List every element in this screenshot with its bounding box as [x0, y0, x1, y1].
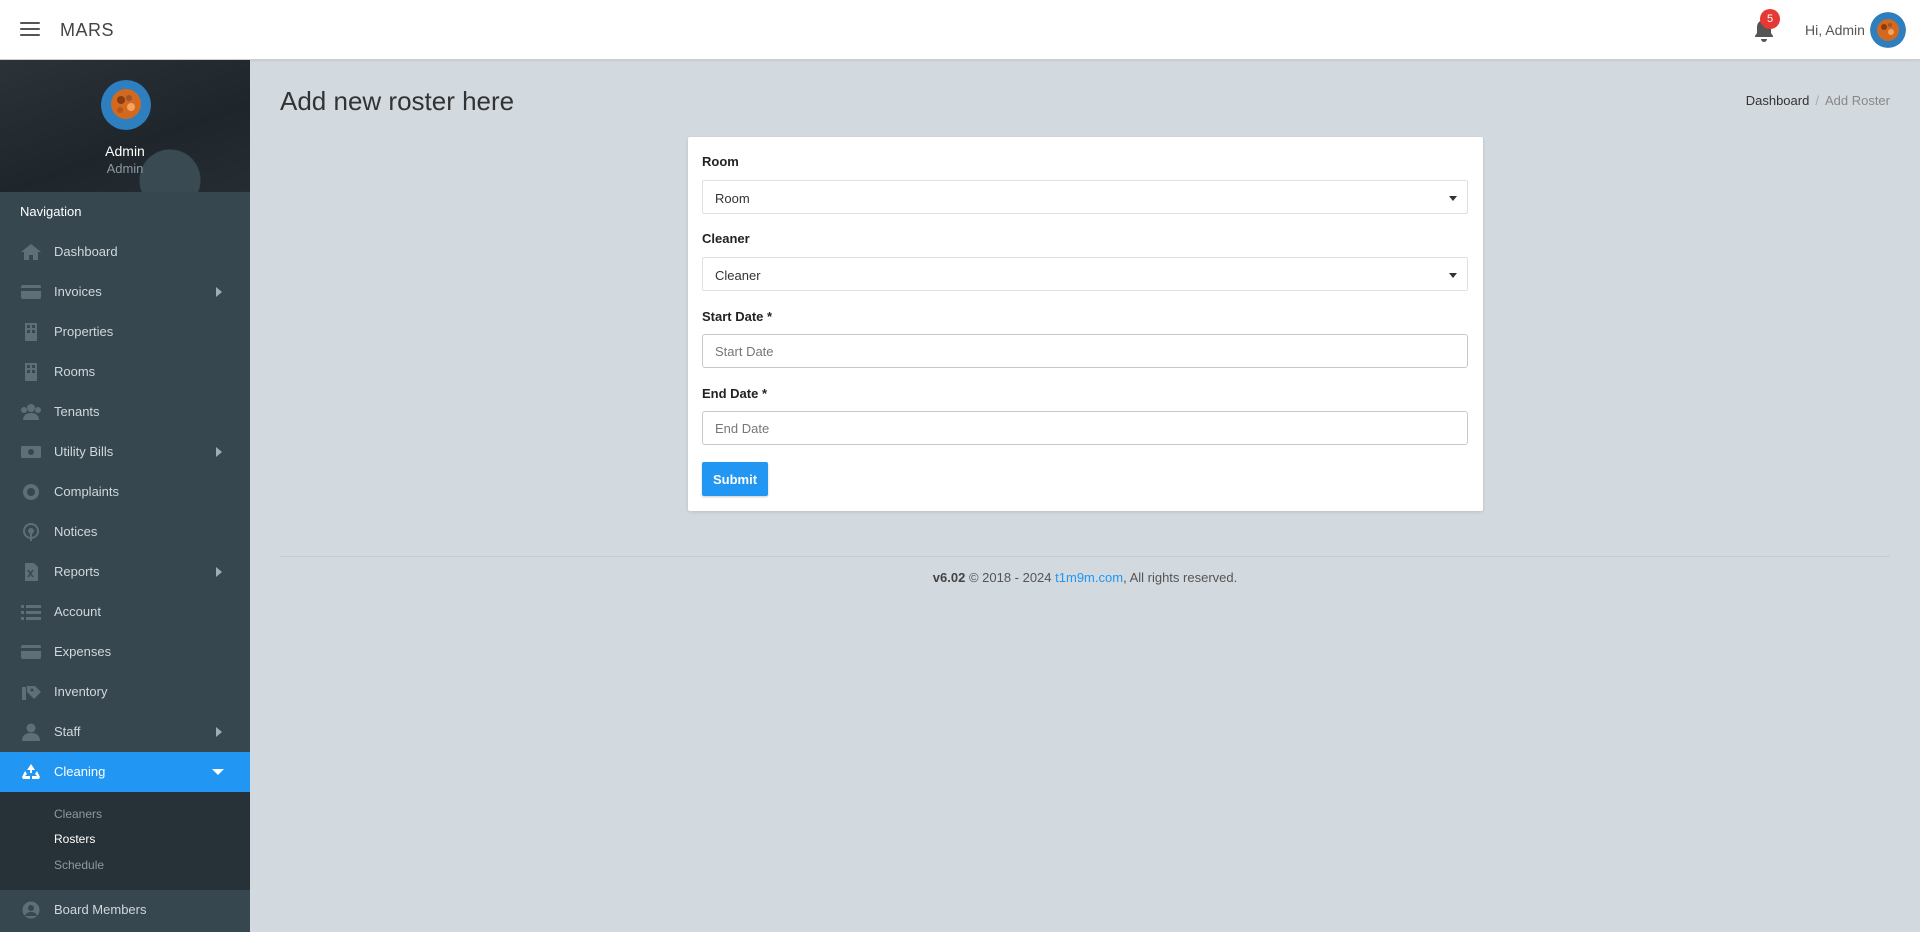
breadcrumb: Dashboard / Add Roster [1746, 93, 1890, 108]
home-icon [20, 243, 42, 261]
profile-role: Admin [106, 161, 144, 176]
footer-copyright: © 2018 - 2024 [968, 570, 1052, 585]
sidebar: Admin Admin Navigation Dashboard Invoice… [0, 60, 250, 932]
sidebar-item-board-members[interactable]: Board Members [0, 890, 250, 930]
user-greeting[interactable]: Hi, Admin [1805, 22, 1865, 38]
sidebar-item-dashboard[interactable]: Dashboard [0, 232, 250, 272]
sidebar-item-label: Properties [54, 324, 114, 339]
room-select[interactable]: Room [702, 180, 1468, 214]
sidebar-item-tenants[interactable]: Tenants [0, 392, 250, 432]
start-date-label: Start Date * [702, 309, 773, 324]
file-excel-icon [20, 563, 42, 581]
sidebar-item-label: Inventory [54, 684, 108, 699]
sidebar-item-label: Tenants [54, 404, 100, 419]
footer-divider [280, 556, 1890, 557]
caret-down-icon [1449, 273, 1457, 278]
room-label: Room [702, 154, 739, 169]
tag-hand-icon [20, 683, 42, 701]
footer-site-link[interactable]: t1m9m.com [1055, 570, 1123, 585]
credit-card-icon [20, 643, 42, 661]
breadcrumb-separator: / [1815, 93, 1819, 108]
sidebar-item-utility-bills[interactable]: Utility Bills [0, 432, 250, 472]
recycle-icon [20, 763, 42, 781]
sidebar-item-label: Reports [54, 564, 100, 579]
chevron-down-icon [212, 769, 224, 775]
caret-down-icon [1449, 196, 1457, 201]
sidebar-item-label: Dashboard [54, 244, 118, 259]
menu-toggle-icon[interactable] [20, 22, 40, 38]
submit-button[interactable]: Submit [702, 462, 768, 496]
footer: v6.02 © 2018 - 2024 t1m9m.com, All right… [280, 570, 1890, 585]
submenu-item-schedule[interactable]: Schedule [54, 858, 104, 872]
cleaner-select[interactable]: Cleaner [702, 257, 1468, 291]
sidebar-item-reports[interactable]: Reports [0, 552, 250, 592]
sidebar-item-label: Account [54, 604, 101, 619]
chevron-right-icon [216, 287, 222, 297]
user-icon [20, 723, 42, 741]
top-bar: MARS 5 Hi, Admin [0, 0, 1920, 60]
money-icon [20, 443, 42, 461]
end-date-label: End Date * [702, 386, 768, 401]
sidebar-item-invoices[interactable]: Invoices [0, 272, 250, 312]
chevron-right-icon [216, 567, 222, 577]
sidebar-item-inventory[interactable]: Inventory [0, 672, 250, 712]
sidebar-profile: Admin Admin [0, 60, 250, 192]
profile-name[interactable]: Admin [0, 143, 250, 159]
sidebar-item-label: Utility Bills [54, 444, 114, 459]
sidebar-item-label: Rooms [54, 364, 96, 379]
cleaner-label: Cleaner [702, 231, 750, 246]
page-title: Add new roster here [280, 86, 515, 116]
footer-version: v6.02 [932, 570, 966, 585]
users-icon [20, 403, 42, 421]
start-date-input[interactable] [702, 334, 1468, 368]
podcast-icon [20, 523, 42, 541]
breadcrumb-dashboard-link[interactable]: Dashboard [1746, 93, 1810, 108]
submenu-item-cleaners[interactable]: Cleaners [54, 807, 102, 821]
sidebar-item-rooms[interactable]: Rooms [0, 352, 250, 392]
credit-card-icon [20, 283, 42, 301]
sidebar-item-notices[interactable]: Notices [0, 512, 250, 552]
submenu-item-rosters[interactable]: Rosters [54, 832, 95, 846]
sidebar-item-complaints[interactable]: Complaints [0, 472, 250, 512]
building-icon [20, 363, 42, 381]
sidebar-item-account[interactable]: Account [0, 592, 250, 632]
sidebar-item-properties[interactable]: Properties [0, 312, 250, 352]
profile-avatar[interactable] [101, 80, 151, 130]
end-date-input[interactable] [702, 411, 1468, 445]
footer-rights: , All rights reserved. [1123, 570, 1238, 585]
sidebar-item-label: Board Members [54, 902, 147, 917]
sidebar-item-label: Notices [54, 524, 98, 539]
list-icon [20, 603, 42, 621]
sidebar-item-label: Expenses [54, 644, 112, 659]
breadcrumb-current: Add Roster [1824, 93, 1890, 108]
building-icon [20, 323, 42, 341]
user-avatar[interactable] [1870, 12, 1906, 48]
roster-form-card: Room Room Cleaner Cleaner Start Date * E… [688, 137, 1483, 511]
sidebar-item-cleaning[interactable]: Cleaning [0, 752, 250, 792]
chevron-right-icon [216, 447, 222, 457]
sidebar-item-label: Cleaning [54, 764, 106, 779]
notification-count-badge[interactable]: 5 [1760, 9, 1780, 29]
sidebar-item-label: Complaints [54, 484, 120, 499]
room-select-value: Room [715, 191, 750, 206]
cleaner-select-value: Cleaner [715, 268, 761, 283]
sidebar-item-expenses[interactable]: Expenses [0, 632, 250, 672]
app-brand[interactable]: MARS [60, 20, 114, 41]
cleaning-submenu: Cleaners Rosters Schedule [0, 792, 250, 890]
sidebar-item-label: Invoices [54, 284, 102, 299]
user-circle-icon [20, 901, 42, 919]
lifebuoy-icon [20, 483, 42, 501]
sidebar-item-staff[interactable]: Staff [0, 712, 250, 752]
sidebar-item-label: Staff [54, 724, 81, 739]
nav-heading: Navigation [20, 204, 82, 219]
chevron-right-icon [216, 727, 222, 737]
